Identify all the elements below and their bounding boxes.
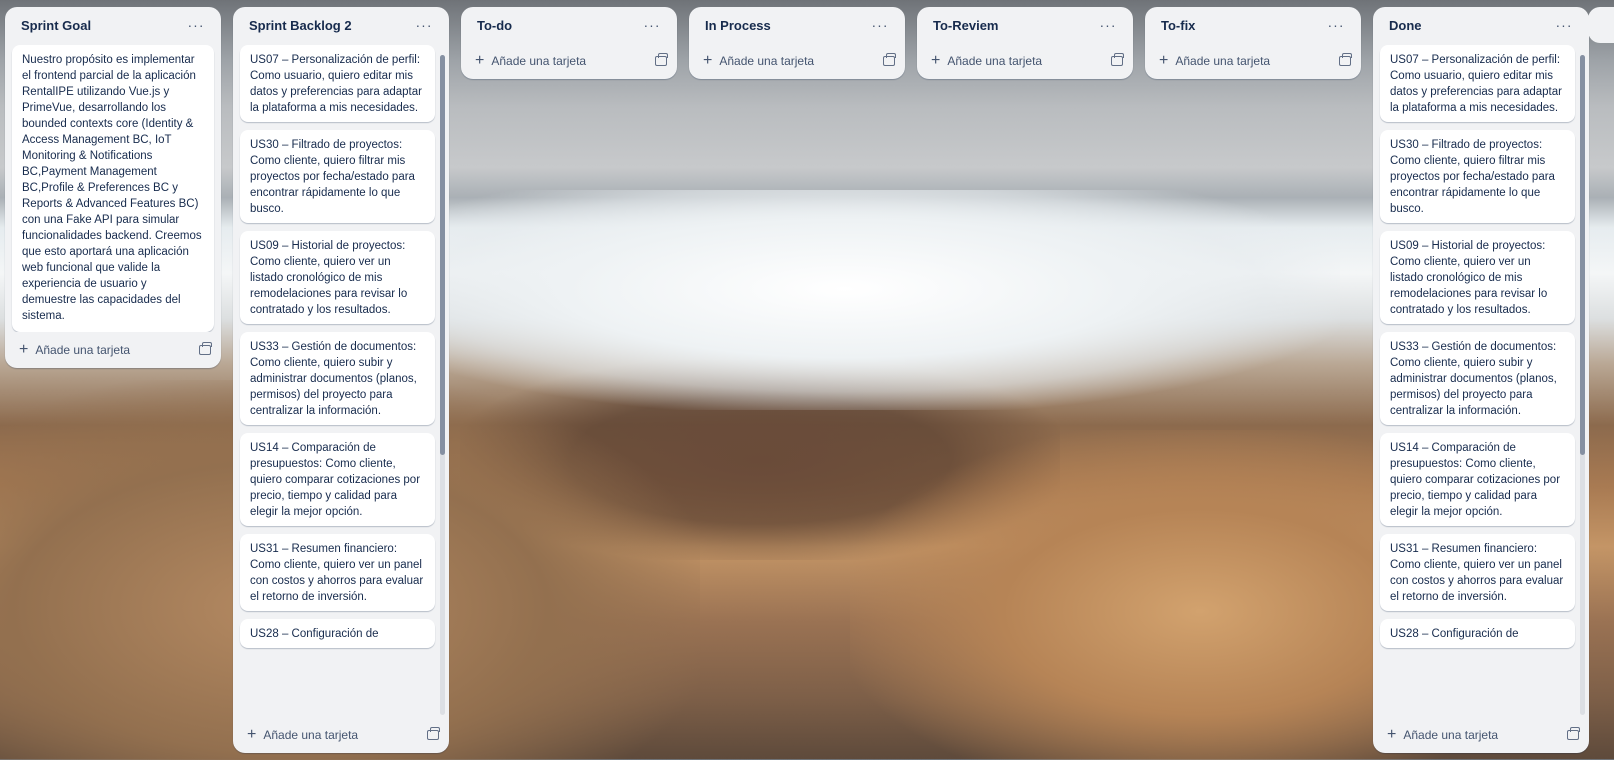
- scrollbar-thumb[interactable]: [440, 55, 445, 455]
- list-title[interactable]: In Process: [705, 18, 771, 33]
- add-card-label: Añade una tarjeta: [719, 54, 815, 68]
- list-scrollbar[interactable]: [440, 55, 445, 715]
- card[interactable]: US07 – Personalización de perfil: Como u…: [1380, 45, 1575, 122]
- plus-icon: +: [1159, 52, 1169, 69]
- plus-icon: +: [1387, 726, 1397, 743]
- add-card-label: Añade una tarjeta: [1175, 54, 1271, 68]
- card[interactable]: US14 – Comparación de presupuestos: Como…: [240, 433, 435, 526]
- card[interactable]: US31 – Resumen financiero: Como cliente,…: [240, 534, 435, 611]
- card[interactable]: Nuestro propósito es implementar el fron…: [12, 45, 214, 332]
- dots-horizontal-icon[interactable]: ···: [1551, 12, 1577, 38]
- list-footer: + Añade una tarjeta: [917, 43, 1133, 79]
- list-scrollbar[interactable]: [1580, 55, 1585, 715]
- list-to-reviem[interactable]: To-Reviem ··· + Añade una tarjeta: [917, 7, 1133, 79]
- add-card-label: Añade una tarjeta: [263, 728, 359, 742]
- list-title[interactable]: To-Reviem: [933, 18, 999, 33]
- list-title[interactable]: To-fix: [1161, 18, 1195, 33]
- card-list: US07 – Personalización de perfil: Como u…: [1373, 43, 1589, 705]
- add-card-button[interactable]: + Añade una tarjeta: [1159, 53, 1270, 69]
- list-title[interactable]: Sprint Goal: [21, 18, 91, 33]
- list-footer: + Añade una tarjeta: [1373, 717, 1589, 753]
- add-card-button[interactable]: + Añade una tarjeta: [1387, 727, 1498, 743]
- list-footer: + Añade una tarjeta: [5, 332, 221, 368]
- card-list: US07 – Personalización de perfil: Como u…: [233, 43, 449, 705]
- card[interactable]: US09 – Historial de proyectos: Como clie…: [1380, 231, 1575, 324]
- add-card-button[interactable]: + Añade una tarjeta: [703, 53, 814, 69]
- add-card-button[interactable]: + Añade una tarjeta: [247, 727, 358, 743]
- list-footer: + Añade una tarjeta: [1145, 43, 1361, 79]
- dots-horizontal-icon[interactable]: ···: [1095, 12, 1121, 38]
- card[interactable]: US07 – Personalización de perfil: Como u…: [240, 45, 435, 122]
- list-header[interactable]: In Process ···: [689, 7, 905, 43]
- board-canvas: Sprint Goal ··· Nuestro propósito es imple…: [5, 7, 1589, 753]
- list-sprint-goal[interactable]: Sprint Goal ··· Nuestro propósito es imple…: [5, 7, 221, 368]
- scrollbar-thumb[interactable]: [1580, 55, 1585, 455]
- list-header[interactable]: Done ···: [1373, 7, 1589, 43]
- dots-horizontal-icon[interactable]: ···: [867, 12, 893, 38]
- card-list: Nuestro propósito es implementar el fron…: [5, 43, 221, 332]
- dots-horizontal-icon[interactable]: ···: [639, 12, 665, 38]
- plus-icon: +: [19, 341, 29, 358]
- add-card-label: Añade una tarjeta: [1403, 728, 1499, 742]
- list-header[interactable]: To-do ···: [461, 7, 677, 43]
- list-to-do[interactable]: To-do ··· + Añade una tarjeta: [461, 7, 677, 79]
- list-done[interactable]: Done ··· US07 – Personalización de perfil:…: [1373, 7, 1589, 753]
- add-card-button[interactable]: + Añade una tarjeta: [931, 53, 1042, 69]
- list-title[interactable]: To-do: [477, 18, 512, 33]
- add-card-label: Añade una tarjeta: [491, 54, 587, 68]
- card[interactable]: US28 – Configuración de: [240, 619, 435, 648]
- add-card-label: Añade una tarjeta: [947, 54, 1043, 68]
- list-footer: + Añade una tarjeta: [689, 43, 905, 79]
- list-to-fix[interactable]: To-fix ··· + Añade una tarjeta: [1145, 7, 1361, 79]
- list-sprint-backlog-2[interactable]: Sprint Backlog 2 ··· US07 – Personalizació…: [233, 7, 449, 753]
- card-template-icon[interactable]: [199, 342, 212, 355]
- dots-horizontal-icon[interactable]: ···: [183, 12, 209, 38]
- plus-icon: +: [475, 52, 485, 69]
- add-card-button[interactable]: + Añade una tarjeta: [475, 53, 586, 69]
- list-header[interactable]: To-fix ···: [1145, 7, 1361, 43]
- card-template-icon[interactable]: [1339, 53, 1352, 66]
- plus-icon: +: [247, 726, 257, 743]
- card[interactable]: US28 – Configuración de: [1380, 619, 1575, 648]
- list-header[interactable]: Sprint Backlog 2 ···: [233, 7, 449, 43]
- card[interactable]: US30 – Filtrado de proyectos: Como clien…: [240, 130, 435, 223]
- dots-horizontal-icon[interactable]: ···: [1323, 12, 1349, 38]
- plus-icon: +: [703, 52, 713, 69]
- card-template-icon[interactable]: [1111, 53, 1124, 66]
- offscreen-list-edge[interactable]: [1588, 7, 1614, 43]
- card-template-icon[interactable]: [655, 53, 668, 66]
- card[interactable]: US09 – Historial de proyectos: Como clie…: [240, 231, 435, 324]
- card-template-icon[interactable]: [427, 727, 440, 740]
- card[interactable]: US14 – Comparación de presupuestos: Como…: [1380, 433, 1575, 526]
- card[interactable]: US31 – Resumen financiero: Como cliente,…: [1380, 534, 1575, 611]
- list-title[interactable]: Done: [1389, 18, 1422, 33]
- plus-icon: +: [931, 52, 941, 69]
- card[interactable]: US33 – Gestión de documentos: Como clien…: [1380, 332, 1575, 425]
- card-template-icon[interactable]: [1567, 727, 1580, 740]
- list-footer: + Añade una tarjeta: [233, 717, 449, 753]
- card-template-icon[interactable]: [883, 53, 896, 66]
- list-footer: + Añade una tarjeta: [461, 43, 677, 79]
- add-card-button[interactable]: + Añade una tarjeta: [19, 342, 130, 358]
- list-header[interactable]: Sprint Goal ···: [5, 7, 221, 43]
- card[interactable]: US33 – Gestión de documentos: Como clien…: [240, 332, 435, 425]
- card[interactable]: US30 – Filtrado de proyectos: Como clien…: [1380, 130, 1575, 223]
- list-header[interactable]: To-Reviem ···: [917, 7, 1133, 43]
- dots-horizontal-icon[interactable]: ···: [411, 12, 437, 38]
- list-title[interactable]: Sprint Backlog 2: [249, 18, 352, 33]
- list-in-process[interactable]: In Process ··· + Añade una tarjeta: [689, 7, 905, 79]
- add-card-label: Añade una tarjeta: [35, 343, 131, 357]
